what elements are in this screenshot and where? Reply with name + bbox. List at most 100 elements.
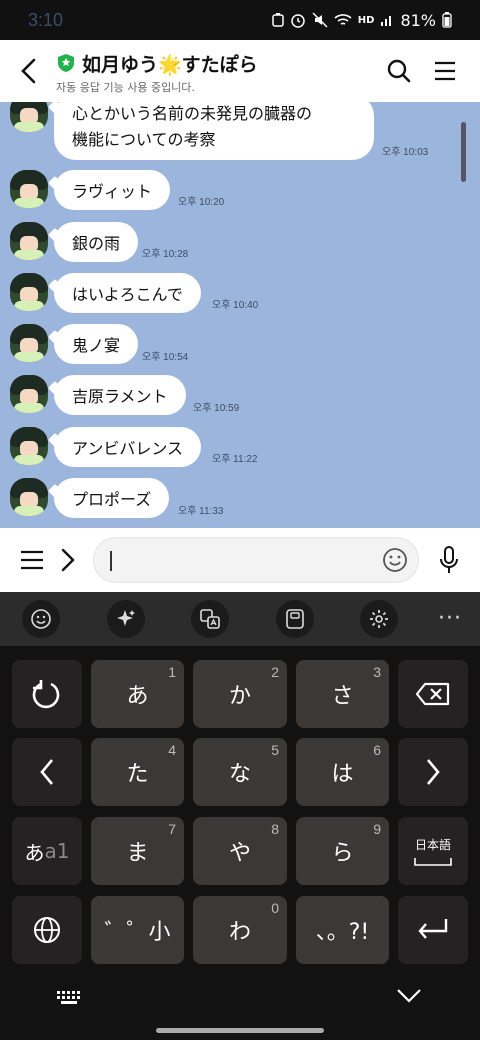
keyboard-settings-button[interactable] (360, 600, 398, 638)
chat-title-area[interactable]: 如月ゆう🌟すたぽら 자동 응답 기능 사용 중입니다. (56, 48, 376, 95)
key-sa[interactable]: さ3 (296, 660, 389, 728)
message-text: 吉原ラメント (72, 387, 168, 406)
enter-icon (418, 919, 448, 939)
message-time: 오후 11:33 (178, 506, 224, 517)
key-na[interactable]: な5 (193, 738, 287, 806)
message-time: 오후 10:40 (212, 300, 259, 311)
status-time: 3:10 (28, 9, 64, 30)
home-indicator[interactable] (156, 1028, 324, 1033)
avatar[interactable] (10, 170, 48, 208)
globe-key[interactable] (12, 896, 82, 964)
message-time: 오후 10:59 (193, 403, 240, 414)
key-wa[interactable]: わ0 (193, 896, 287, 964)
avatar[interactable] (10, 375, 48, 413)
mute-icon (312, 12, 328, 28)
key-a[interactable]: あ1 (91, 660, 184, 728)
status-bar: 3:10 HD 81% (0, 0, 480, 40)
menu-toggle-button[interactable] (14, 528, 50, 592)
message-input[interactable] (93, 537, 419, 583)
hamburger-menu-icon (435, 61, 455, 81)
official-shield-icon (58, 54, 74, 72)
message-time: 오후 10:28 (142, 249, 189, 260)
emoji-icon (31, 609, 51, 629)
chat-title: 如月ゆう🌟すたぽら (82, 53, 258, 76)
message-bubble[interactable]: ラヴィット (54, 170, 171, 210)
message-text: はいよろこんで (72, 285, 183, 304)
sparkle-icon (117, 610, 135, 626)
key-ha[interactable]: は6 (296, 738, 389, 806)
status-icons: HD 81% (272, 11, 452, 30)
enter-key[interactable] (398, 896, 468, 964)
text-cursor (110, 551, 112, 571)
message-bubble[interactable]: 吉原ラメント (54, 375, 186, 415)
keyboard-switch-button[interactable] (56, 990, 86, 1014)
message-time: 오후 10:20 (178, 197, 225, 208)
key-ka[interactable]: か2 (193, 660, 287, 728)
message-bubble[interactable]: 心とかいう名前の未発見の臓器の 機能についての考察 (54, 102, 374, 160)
search-icon (387, 59, 411, 83)
hamburger-menu-icon (21, 550, 43, 570)
emoji-keyboard-button[interactable] (22, 600, 60, 638)
message-text: ラヴィット (72, 182, 153, 201)
message-bubble[interactable]: プロポーズ (54, 478, 170, 518)
alarm-icon (290, 12, 306, 28)
chevron-right-icon (61, 548, 75, 572)
key-ra[interactable]: ら9 (296, 817, 389, 885)
microphone-icon (440, 546, 458, 573)
message-text: アンビバレンス (72, 439, 184, 458)
message-bubble[interactable]: 銀の雨 (54, 222, 139, 262)
avatar[interactable] (10, 102, 48, 132)
expand-button[interactable] (50, 528, 86, 592)
key-ta[interactable]: た4 (91, 738, 184, 806)
undo-key[interactable] (12, 660, 82, 728)
keyboard-icon (57, 991, 80, 1004)
input-mode-key[interactable]: あ a1 (12, 817, 82, 885)
message-bubble[interactable]: 鬼ノ宴 (54, 324, 139, 364)
message-time: 오후 10:03 (382, 147, 429, 158)
dakuten-small-key[interactable]: ゛゜小 (91, 896, 184, 964)
voice-input-button[interactable] (432, 537, 466, 583)
chevron-right-icon (427, 759, 440, 785)
message-bubble[interactable]: アンビバレンス (54, 427, 202, 467)
message-text-line-1: 心とかいう名前の未発見の臓器の (72, 104, 313, 123)
message-bubble[interactable]: はいよろこんで (54, 273, 201, 313)
message-input-bar (0, 528, 480, 592)
key-ya[interactable]: や8 (193, 817, 287, 885)
hide-keyboard-button[interactable] (396, 988, 426, 1014)
more-options-button[interactable]: ··· (438, 606, 462, 631)
battery-icon (442, 12, 452, 28)
avatar[interactable] (10, 478, 48, 516)
punctuation-key[interactable]: 、。?! (296, 896, 389, 964)
chevron-down-icon (397, 989, 421, 1003)
clipboard-icon (286, 609, 304, 629)
key-ma[interactable]: ま7 (91, 817, 184, 885)
message-text: 銀の雨 (72, 234, 121, 253)
message-text: プロポーズ (72, 490, 152, 509)
avatar[interactable] (10, 427, 48, 465)
message-time: 오후 11:22 (212, 454, 258, 465)
chat-scrollbar[interactable] (461, 122, 466, 182)
chat-area[interactable]: 心とかいう名前の未発見の臓器の 機能についての考察 오후 10:03 ラヴィット… (0, 102, 480, 528)
backspace-key[interactable] (398, 660, 468, 728)
avatar[interactable] (10, 324, 48, 362)
menu-button[interactable] (422, 40, 468, 102)
message-text: 鬼ノ宴 (72, 336, 121, 355)
space-bar-icon (414, 857, 452, 866)
hd-badge: HD (357, 14, 375, 26)
settings-icon (370, 610, 388, 628)
search-button[interactable] (376, 40, 422, 102)
cursor-right-key[interactable] (398, 738, 468, 806)
keyboard: ··· あ1 か2 さ3 た4 な5 は6 あ a1 ま7 や8 ら9 日本語 ゛… (0, 592, 480, 1040)
avatar[interactable] (10, 222, 48, 260)
language-key[interactable]: 日本語 (398, 817, 468, 885)
wifi-icon (334, 13, 352, 27)
avatar[interactable] (10, 273, 48, 311)
smiley-icon (383, 548, 407, 572)
clipboard-button[interactable] (276, 600, 314, 638)
cursor-left-key[interactable] (12, 738, 82, 806)
back-button[interactable] (0, 40, 56, 102)
ai-tools-button[interactable] (107, 600, 145, 638)
battery-percent: 81% (400, 10, 436, 30)
translate-button[interactable] (191, 600, 229, 638)
emoji-button[interactable] (382, 547, 408, 577)
